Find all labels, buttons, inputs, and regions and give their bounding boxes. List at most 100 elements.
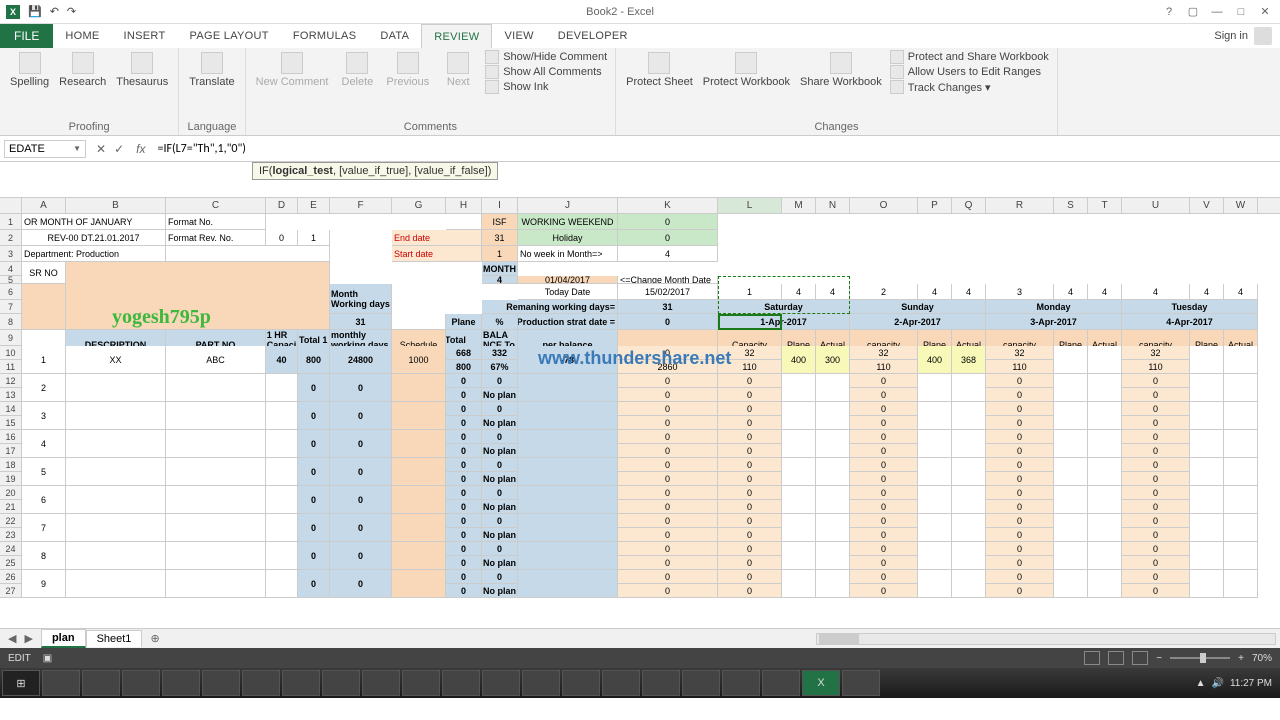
cell[interactable]: 800	[446, 360, 482, 374]
cell[interactable]	[392, 402, 446, 430]
cell[interactable]	[66, 542, 166, 570]
cell[interactable]: 0	[1122, 444, 1190, 458]
cell[interactable]: 0	[482, 514, 518, 528]
cell[interactable]	[66, 262, 330, 330]
cell[interactable]: 0	[850, 402, 918, 416]
cell[interactable]	[918, 402, 952, 430]
cell[interactable]: 0	[850, 388, 918, 402]
task-icon[interactable]	[162, 670, 200, 696]
cell[interactable]: 1	[22, 346, 66, 374]
cell[interactable]: 0	[482, 570, 518, 584]
cell[interactable]: 0	[850, 584, 918, 598]
cell[interactable]: 4	[918, 284, 952, 300]
cell[interactable]: Department: Production	[22, 246, 166, 262]
cell[interactable]	[816, 430, 850, 458]
col-V[interactable]: V	[1190, 198, 1224, 213]
cell[interactable]	[266, 402, 298, 430]
cell[interactable]: 31	[330, 314, 392, 330]
cell[interactable]	[1224, 346, 1258, 374]
cell[interactable]: 0	[1122, 430, 1190, 444]
cell[interactable]: 0	[986, 374, 1054, 388]
row-2[interactable]: 2	[0, 230, 21, 246]
cell[interactable]: 4	[22, 430, 66, 458]
cell[interactable]	[1054, 514, 1088, 542]
row-11[interactable]: 11	[0, 360, 21, 374]
cell[interactable]: 0	[986, 430, 1054, 444]
cell[interactable]: 368	[952, 346, 986, 374]
row-5[interactable]: 5	[0, 276, 21, 284]
row-24[interactable]: 24	[0, 542, 21, 556]
macro-record-icon[interactable]: ▣	[43, 653, 52, 664]
zoom-out-icon[interactable]: −	[1156, 653, 1162, 664]
cell[interactable]: 0	[850, 542, 918, 556]
cell[interactable]: OR MONTH OF JANUARY	[22, 214, 166, 230]
cell[interactable]: 300	[816, 346, 850, 374]
row-10[interactable]: 10	[0, 346, 21, 360]
cell[interactable]: 0	[618, 486, 718, 500]
cell[interactable]	[518, 514, 618, 542]
cell[interactable]	[816, 570, 850, 598]
cell[interactable]	[918, 458, 952, 486]
cell[interactable]: 0	[618, 472, 718, 486]
cell[interactable]: 0	[718, 570, 782, 584]
cell[interactable]: 0	[298, 514, 330, 542]
cell[interactable]	[518, 402, 618, 430]
cell[interactable]: 0	[446, 570, 482, 584]
cell[interactable]: Remaning working days=	[482, 300, 618, 314]
cell[interactable]: 67%	[482, 360, 518, 374]
cell[interactable]	[66, 430, 166, 458]
horizontal-scrollbar[interactable]	[816, 633, 1276, 645]
cell[interactable]: 7	[22, 514, 66, 542]
cell[interactable]	[782, 542, 816, 570]
sign-in[interactable]: Sign in	[1206, 24, 1280, 48]
cell[interactable]: 0	[718, 388, 782, 402]
cell[interactable]	[1088, 514, 1122, 542]
cell[interactable]: 0	[850, 444, 918, 458]
col-L[interactable]: L	[718, 198, 782, 213]
row-1[interactable]: 1	[0, 214, 21, 230]
tab-review[interactable]: REVIEW	[421, 24, 492, 48]
cell[interactable]	[918, 542, 952, 570]
cell[interactable]: 0	[1122, 472, 1190, 486]
cell[interactable]: SR NO	[22, 262, 66, 284]
cell[interactable]: 0	[482, 402, 518, 416]
cell[interactable]: 4	[482, 276, 518, 284]
cell[interactable]: 0	[482, 430, 518, 444]
cell[interactable]	[392, 430, 446, 458]
prev-comment-button[interactable]: Previous	[384, 50, 431, 90]
cell[interactable]: 0	[330, 542, 392, 570]
cell[interactable]: MONTH	[482, 262, 518, 276]
cell[interactable]	[1054, 346, 1088, 374]
cell[interactable]	[66, 570, 166, 598]
cell[interactable]: 0	[446, 556, 482, 570]
cell[interactable]: 4	[782, 284, 816, 300]
cell[interactable]: 0	[718, 556, 782, 570]
cell[interactable]	[816, 402, 850, 430]
cell[interactable]	[166, 246, 330, 262]
cell[interactable]: 0	[850, 430, 918, 444]
cell[interactable]: 32	[1122, 346, 1190, 360]
view-normal-icon[interactable]	[1084, 651, 1100, 665]
cell[interactable]: 1	[718, 284, 782, 300]
cell[interactable]: No week in Month=>	[518, 246, 618, 262]
cell[interactable]: Sunday	[850, 300, 986, 314]
cell[interactable]: 0	[986, 514, 1054, 528]
task-icon[interactable]	[402, 670, 440, 696]
cell[interactable]	[518, 430, 618, 458]
cell[interactable]: 0	[986, 500, 1054, 514]
cell[interactable]: 0	[482, 374, 518, 388]
cell[interactable]: End date	[392, 230, 482, 246]
cell[interactable]: 0	[718, 500, 782, 514]
cell[interactable]	[918, 486, 952, 514]
cell[interactable]: 110	[850, 360, 918, 374]
minimize-icon[interactable]: —	[1206, 3, 1228, 21]
cell[interactable]: 0	[618, 444, 718, 458]
row-12[interactable]: 12	[0, 374, 21, 388]
cell[interactable]	[952, 486, 986, 514]
cell[interactable]: 6	[22, 486, 66, 514]
cell[interactable]: 668	[446, 346, 482, 360]
cell[interactable]	[1224, 486, 1258, 514]
cell[interactable]: 0	[986, 556, 1054, 570]
cell[interactable]: 31	[482, 230, 518, 246]
thesaurus-button[interactable]: Thesaurus	[114, 50, 170, 90]
